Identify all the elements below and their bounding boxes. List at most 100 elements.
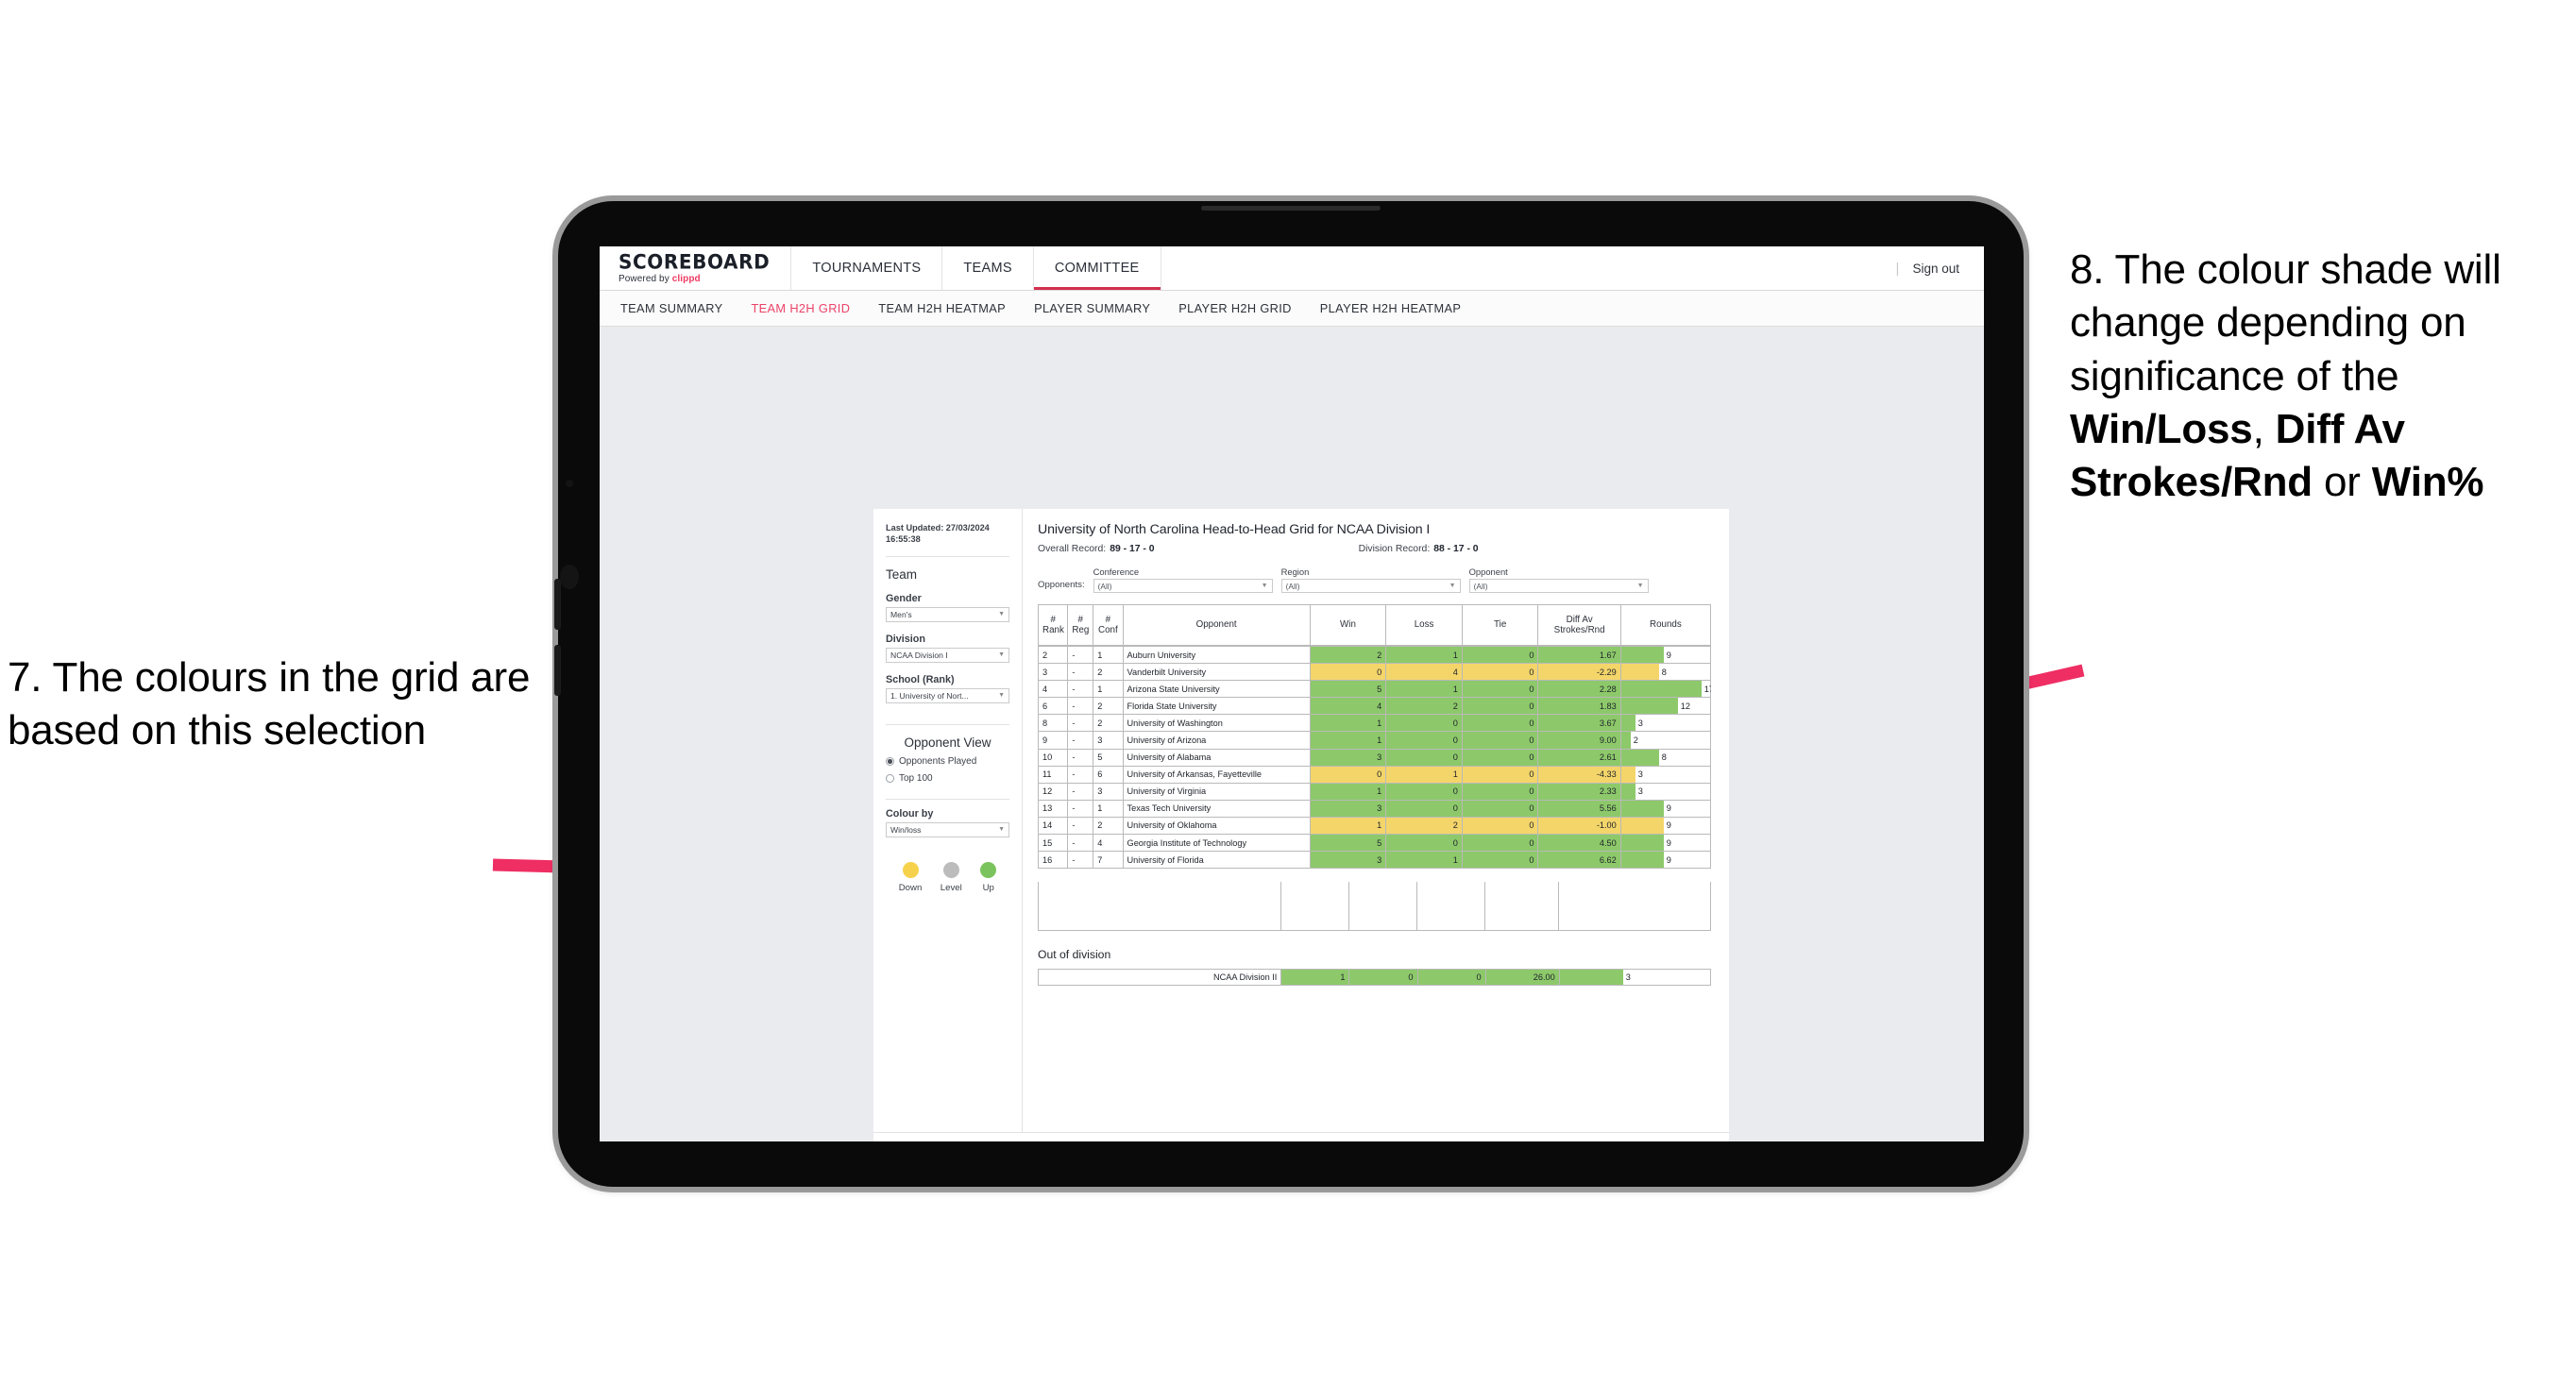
ood-cell-rounds: 3	[1558, 969, 1712, 986]
cell-rounds: 3	[1619, 765, 1711, 784]
visualization-card: Last Updated: 27/03/2024 16:55:38 Team G…	[873, 509, 1729, 1141]
subnav-team-summary[interactable]: TEAM SUMMARY	[620, 301, 722, 315]
colour-by-select[interactable]: Win/loss ▼	[886, 821, 1009, 837]
th-diff-l2: Strokes/Rnd	[1553, 625, 1605, 635]
annotation-step-7: 7. The colours in the grid are based on …	[8, 654, 531, 754]
filler-cell	[1559, 882, 1710, 930]
cell-opponent: Arizona State University	[1122, 680, 1311, 699]
table-row[interactable]: 2-1 Auburn University 2 1 0 1.67 9	[1038, 646, 1711, 665]
fullscreen-icon[interactable]	[1630, 1136, 1654, 1141]
table-row[interactable]: 3-2 Vanderbilt University 0 4 0 -2.29 8	[1038, 663, 1711, 682]
device-layout-control[interactable]: ▼	[1011, 1136, 1055, 1141]
cell-rank: 16	[1038, 851, 1069, 870]
redo-icon[interactable]	[913, 1136, 938, 1141]
colour-legend: Down Level Up	[886, 861, 1009, 893]
cell-rank: 14	[1038, 816, 1069, 836]
cell-rounds: 9	[1619, 851, 1711, 870]
revert-icon[interactable]	[938, 1136, 962, 1141]
download-button[interactable]: ▼	[1589, 1136, 1625, 1141]
table-row[interactable]: 10-5 University of Alabama 3 0 0 2.61 8	[1038, 748, 1711, 767]
cell-rounds: 3	[1619, 782, 1711, 801]
table-row[interactable]: 13-1 Texas Tech University 3 0 0 5.56 9	[1038, 799, 1711, 818]
cell-reg: -	[1067, 782, 1094, 801]
rounds-value: 9	[1666, 820, 1671, 831]
subnav-team-h2h-grid[interactable]: TEAM H2H GRID	[751, 301, 850, 315]
table-row[interactable]: 15-4 Georgia Institute of Technology 5 0 0 4.…	[1038, 834, 1711, 853]
radio-opponents-played-label: Opponents Played	[899, 755, 977, 767]
table-row[interactable]: 11-6 University of Arkansas, Fayetteville…	[1038, 765, 1711, 784]
school-rank-select[interactable]: 1. University of Nort... ▼	[886, 687, 1009, 703]
view-original-button[interactable]: View: Original	[1115, 1136, 1204, 1141]
radio-unselected-icon	[886, 773, 894, 783]
topnav-committee[interactable]: COMMITTEE	[1033, 246, 1161, 290]
pause-auto-update-icon[interactable]	[1073, 1136, 1097, 1141]
table-row[interactable]: 9-3 University of Arizona 1 0 0 9.00 2	[1038, 731, 1711, 750]
gender-select[interactable]: Men's ▼	[886, 606, 1009, 622]
refresh-icon[interactable]	[962, 1136, 987, 1141]
table-row[interactable]: 4-1Arizona State University5102.2817	[1038, 680, 1711, 699]
radio-top-100[interactable]: Top 100	[886, 773, 1009, 784]
annotation-step-8: 8. The colour shade will change dependin…	[2070, 244, 2572, 510]
subnav-team-h2h-heatmap[interactable]: TEAM H2H HEATMAP	[878, 301, 1006, 315]
rounds-value: 3	[1637, 786, 1643, 797]
h2h-grid-body-table: 2-1 Auburn University 2 1 0 1.67 9 3-2 Vanderbil…	[1038, 646, 1711, 870]
filter-opponent-select[interactable]: (All) ▼	[1468, 579, 1649, 593]
page-title: University of North Carolina Head-to-Hea…	[1038, 522, 1431, 537]
topnav-teams[interactable]: TEAMS	[942, 246, 1034, 290]
cell-rounds: 12	[1619, 697, 1711, 716]
cell-diff-av-strokes: -4.33	[1537, 765, 1621, 784]
topnav-tournaments[interactable]: TOURNAMENTS	[791, 246, 943, 290]
toolbar-divider	[1106, 1141, 1107, 1142]
table-row[interactable]: 8-2 University of Washington 1 0 0 3.67 3	[1038, 714, 1711, 733]
cell-loss: 2	[1385, 816, 1463, 836]
filter-conference-label: Conference	[1093, 566, 1140, 577]
brand-logo[interactable]: SCOREBOARD Powered by clippd	[600, 246, 792, 290]
share-button[interactable]: Share	[1659, 1136, 1714, 1141]
rounds-value: 3	[1637, 718, 1643, 728]
table-row[interactable]: 12-3 University of Virginia 1 0 0 2.33 3	[1038, 782, 1711, 801]
cell-win: 1	[1309, 816, 1387, 836]
th-diff-l1: Diff Av	[1566, 614, 1593, 625]
table-row[interactable]: 16-7 University of Florida 3 1 0 6.62 9	[1038, 851, 1711, 870]
subnav-player-h2h-grid[interactable]: PLAYER H2H GRID	[1178, 301, 1292, 315]
grid-scroll-region[interactable]: 2-1 Auburn University 2 1 0 1.67 9 3-2 Vanderbil…	[1038, 646, 1711, 882]
subnav-player-h2h-heatmap[interactable]: PLAYER H2H HEATMAP	[1320, 301, 1461, 315]
watch-button[interactable]: Watch ▼	[1503, 1136, 1570, 1141]
undo-icon[interactable]	[889, 1136, 913, 1141]
chevron-down-icon: ▼	[1636, 583, 1644, 589]
rounds-bar	[1620, 681, 1702, 698]
colour-by-label: Colour by	[886, 807, 934, 820]
rounds-bar	[1620, 800, 1664, 817]
legend-item-level: Level	[941, 861, 962, 893]
filter-region-value: (All)	[1285, 581, 1300, 591]
cell-rank: 9	[1038, 731, 1069, 750]
signout-link[interactable]: Sign out	[1912, 262, 1959, 276]
panel-heading-opponent-view: Opponent View	[904, 735, 991, 750]
subnav: TEAM SUMMARY TEAM H2H GRID TEAM H2H HEAT…	[600, 291, 1984, 327]
out-of-division-row[interactable]: NCAA Division II 1 0 0 26.00 3	[1037, 969, 1712, 986]
rounds-bar	[1620, 647, 1664, 664]
table-row[interactable]: 14-2 University of Oklahoma 1 2 0 -1.00 9	[1038, 816, 1711, 836]
division-value: NCAA Division I	[890, 650, 948, 660]
tablet-volume-up-button[interactable]	[554, 579, 561, 630]
cell-rounds: 3	[1619, 714, 1711, 733]
brand-tagline: Powered by clippd	[619, 274, 770, 284]
cell-conf: 5	[1093, 748, 1124, 767]
filter-region-select[interactable]: (All) ▼	[1280, 579, 1461, 593]
out-of-division-title: Out of division	[1038, 948, 1111, 961]
h2h-grid-wrapper: # Rank # Reg # Conf Opponent Win Loss Tie D…	[1037, 604, 1712, 986]
tablet-volume-down-button[interactable]	[554, 645, 561, 696]
cell-tie: 0	[1461, 834, 1539, 853]
filter-conference-select[interactable]: (All) ▼	[1093, 579, 1273, 593]
annotation-8-text-2: ,	[2252, 405, 2276, 452]
table-row[interactable]: 6-2 Florida State University 4 2 0 1.83 12	[1038, 697, 1711, 716]
legend-item-up: Up	[980, 861, 997, 893]
th-reg-l1: #	[1077, 614, 1083, 625]
radio-opponents-played[interactable]: Opponents Played	[886, 756, 1009, 767]
cell-tie: 0	[1461, 663, 1539, 682]
cell-loss: 0	[1385, 731, 1463, 750]
subnav-player-summary[interactable]: PLAYER SUMMARY	[1034, 301, 1150, 315]
annotation-8-text-1: 8. The colour shade will change dependin…	[2070, 246, 2501, 399]
pause-refresh-icon[interactable]	[987, 1136, 1011, 1141]
division-select[interactable]: NCAA Division I ▼	[886, 647, 1009, 663]
